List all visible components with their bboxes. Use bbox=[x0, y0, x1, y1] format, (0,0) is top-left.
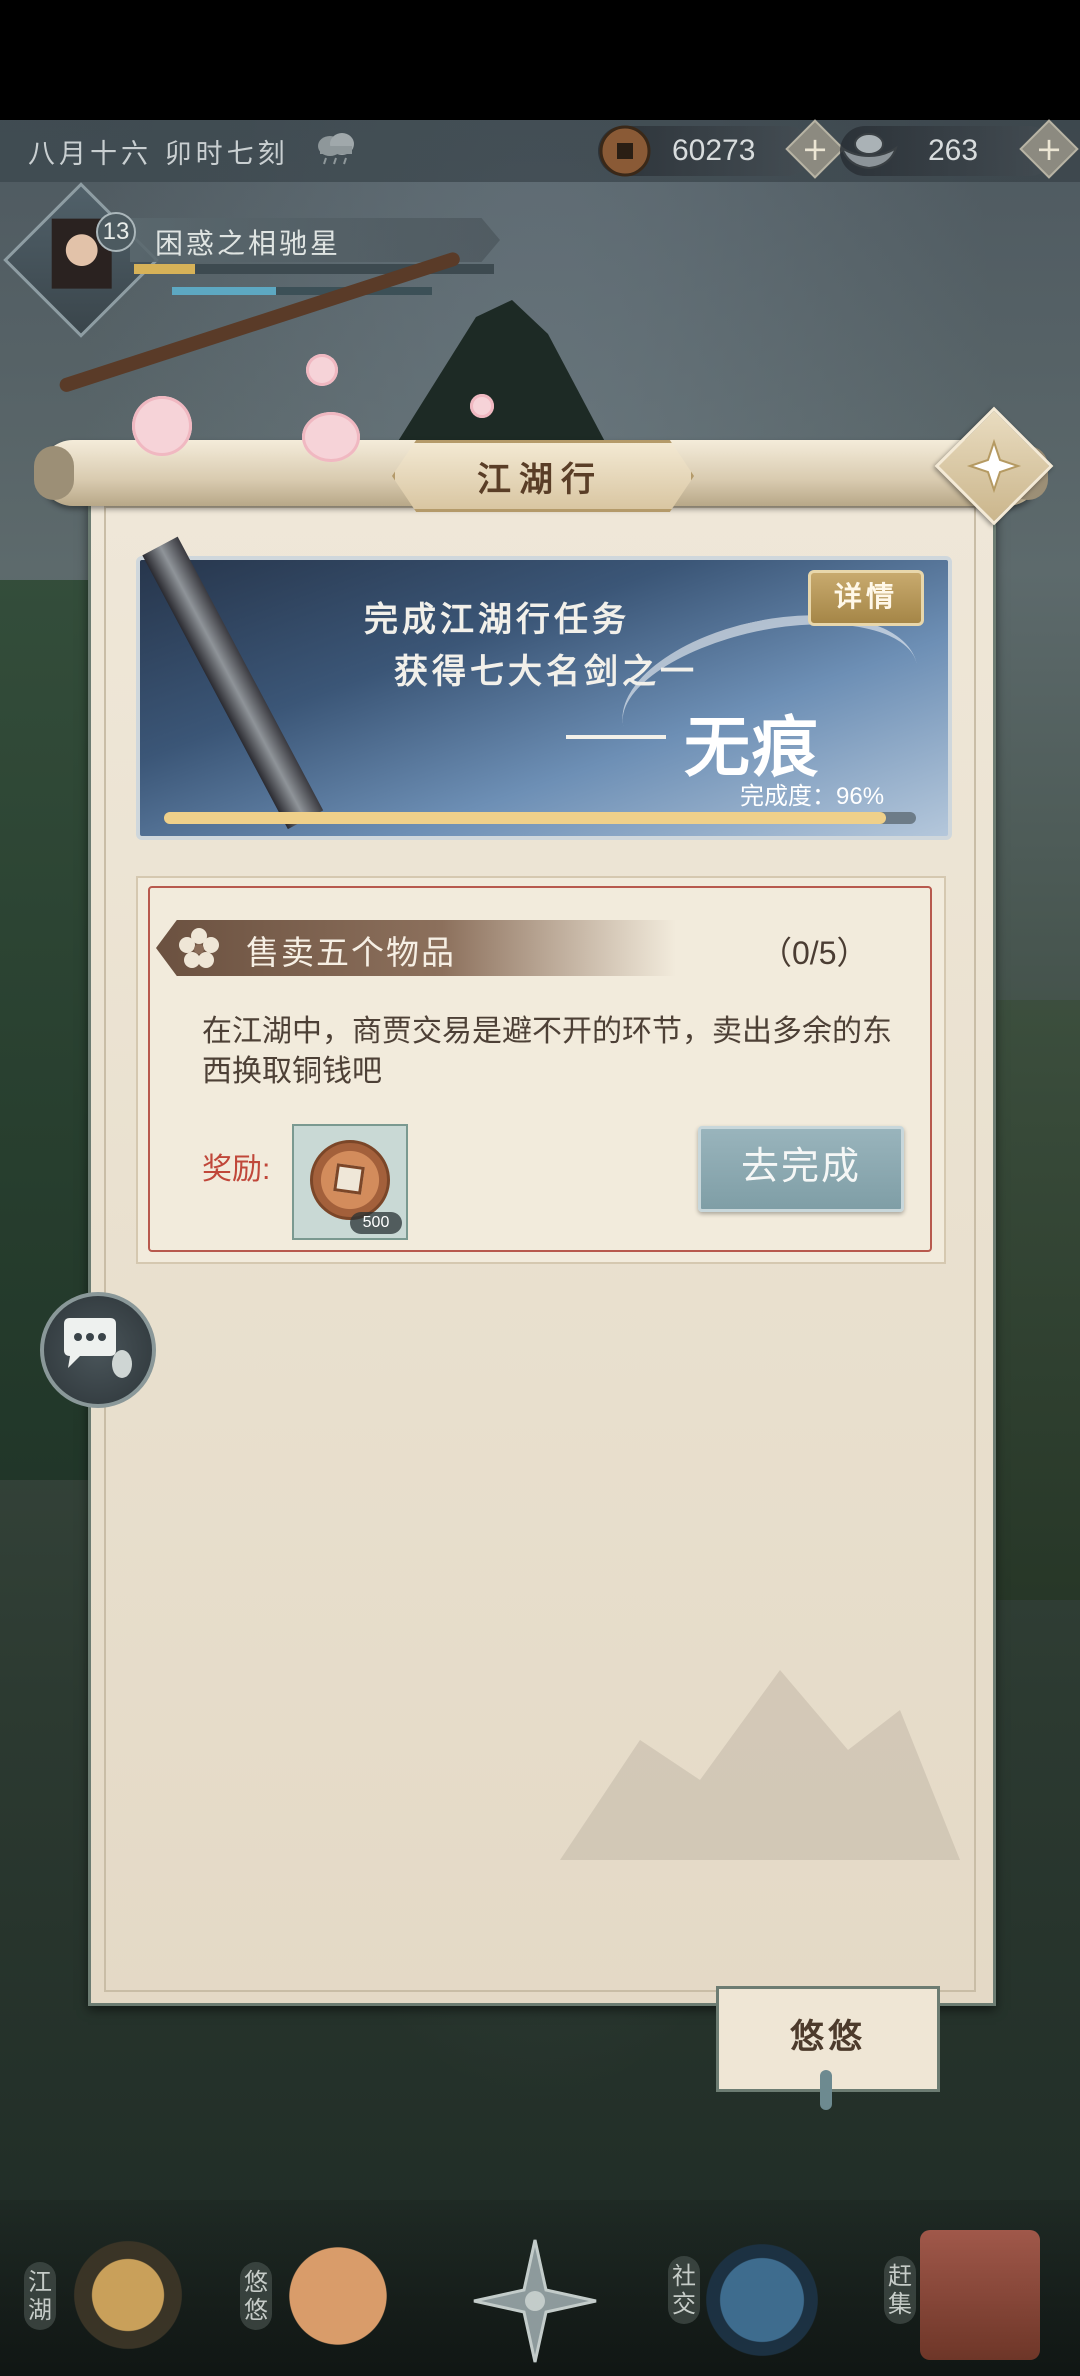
copper-coin-icon bbox=[599, 125, 651, 177]
details-button[interactable]: 详情 bbox=[808, 570, 924, 626]
blossom-flower bbox=[306, 354, 338, 386]
silver-amount: 263 bbox=[928, 134, 979, 167]
task-title: 售卖五个物品 bbox=[246, 934, 456, 971]
player-level: 13 bbox=[96, 212, 136, 252]
social-art bbox=[692, 2240, 832, 2360]
nav-item-jianghu[interactable]: 江湖 bbox=[24, 2262, 56, 2330]
market-basket-art bbox=[920, 2230, 1040, 2360]
go-complete-label: 去完成 bbox=[740, 1146, 861, 1188]
banner-line-2: 获得七大名剑之一 bbox=[394, 652, 698, 692]
game-date: 八月十六 卯时七刻 bbox=[28, 139, 289, 170]
blossom-flower bbox=[302, 412, 360, 462]
xp-bar-fill bbox=[134, 264, 196, 274]
chat-button[interactable] bbox=[40, 1292, 156, 1408]
compass-star-icon[interactable] bbox=[470, 2236, 600, 2366]
copper-amount: 60273 bbox=[672, 134, 756, 167]
blossom-flower bbox=[132, 396, 192, 456]
coin-hole bbox=[333, 1163, 365, 1195]
reward-quantity: 500 bbox=[350, 1212, 402, 1234]
jianghu-art bbox=[58, 2240, 198, 2350]
tab-tassel bbox=[820, 2070, 832, 2110]
banner-dash bbox=[566, 735, 666, 739]
nav-item-market[interactable]: 赶集 bbox=[884, 2256, 916, 2324]
completion-progress-fill bbox=[164, 812, 886, 824]
plus-icon: + bbox=[1035, 130, 1063, 168]
blossom-flower bbox=[470, 394, 494, 418]
completion-label: 完成度：96% bbox=[740, 783, 885, 810]
nav-item-social[interactable]: 社交 bbox=[668, 2256, 700, 2324]
reward-label: 奖励: bbox=[202, 1153, 271, 1186]
chat-bubble-icon bbox=[64, 1318, 132, 1378]
cloud-rain-icon bbox=[318, 133, 354, 165]
panel-title: 江湖行 bbox=[477, 460, 603, 500]
close-icon bbox=[966, 438, 1022, 494]
details-button-label: 详情 bbox=[833, 580, 898, 613]
plus-icon: + bbox=[801, 130, 829, 168]
task-description: 在江湖中，商贾交易是避不开的环节，卖出多余的东西换取铜钱吧 bbox=[202, 1015, 892, 1088]
banner-line-1: 完成江湖行任务 bbox=[364, 600, 630, 640]
player-name: 困惑之相驰星 bbox=[155, 227, 342, 260]
nav-item-youyou[interactable]: 悠悠 bbox=[240, 2262, 272, 2330]
stamina-bar-fill bbox=[172, 287, 276, 295]
silver-ingot-icon bbox=[840, 133, 898, 170]
youyou-nav-art bbox=[276, 2234, 400, 2358]
task-progress-count: （0/5） bbox=[760, 935, 869, 971]
go-complete-button[interactable]: 去完成 bbox=[698, 1126, 904, 1212]
scroll-rod-end-left bbox=[34, 446, 74, 500]
flower-icon bbox=[179, 928, 219, 968]
